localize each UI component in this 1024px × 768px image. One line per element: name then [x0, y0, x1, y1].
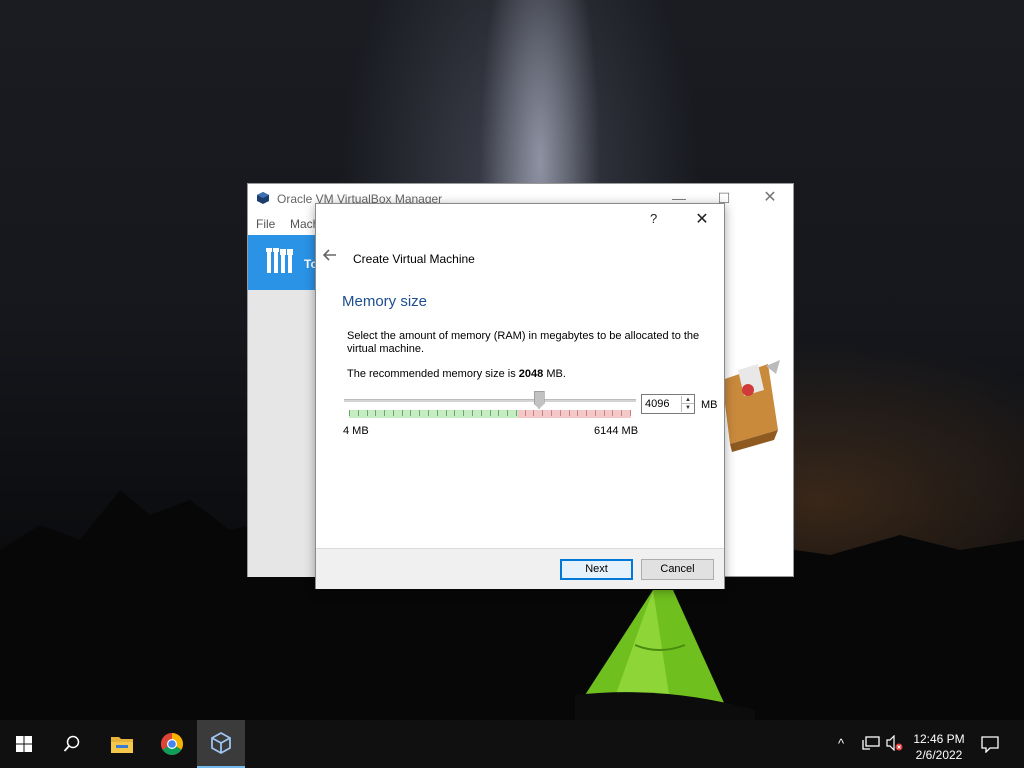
start-button[interactable]: [0, 720, 48, 768]
slider-tick: [516, 410, 517, 416]
dialog-footer: Next Cancel: [316, 548, 724, 589]
slider-tick: [358, 410, 359, 416]
unsafe-range-band: [518, 410, 631, 418]
slider-tick: [533, 410, 534, 416]
toolbox-illustration-icon: [722, 360, 780, 452]
slider-tick: [507, 410, 508, 416]
file-explorer-icon: [111, 737, 133, 753]
slider-tick: [454, 410, 455, 416]
memory-slider-track[interactable]: [344, 399, 636, 402]
help-button[interactable]: ?: [650, 211, 657, 226]
slider-tick: [472, 410, 473, 416]
slider-min-label: 4 MB: [343, 425, 369, 437]
show-hidden-icons-button[interactable]: ^: [838, 736, 844, 751]
chrome-button[interactable]: [148, 720, 196, 768]
slider-tick: [595, 410, 596, 416]
tools-item[interactable]: To: [248, 235, 318, 290]
volume-icon[interactable]: [886, 734, 904, 754]
recommended-memory-text: The recommended memory size is 2048 MB.: [347, 368, 566, 380]
next-button[interactable]: Next: [560, 559, 633, 580]
recommended-suffix: MB.: [543, 368, 566, 380]
slider-tick: [402, 410, 403, 416]
slider-tick: [586, 410, 587, 416]
slider-tick: [498, 410, 499, 416]
slider-tick: [419, 410, 420, 416]
file-explorer-button[interactable]: [98, 720, 146, 768]
cancel-button[interactable]: Cancel: [641, 559, 714, 580]
dialog-close-button[interactable]: ✕: [692, 209, 712, 229]
tent-image: [575, 590, 755, 720]
volume-muted-icon: [886, 734, 903, 752]
slider-tick: [367, 410, 368, 416]
slider-tick: [560, 410, 561, 416]
memory-size-input[interactable]: [645, 398, 679, 410]
vm-list-sidebar: [248, 290, 318, 577]
slider-tick: [393, 410, 394, 416]
slider-tick: [621, 410, 622, 416]
clock-date: 2/6/2022: [915, 748, 963, 762]
menu-file[interactable]: File: [256, 217, 275, 231]
slider-tick: [525, 410, 526, 416]
action-center-button[interactable]: [981, 735, 999, 756]
page-heading: Memory size: [342, 293, 428, 310]
memory-spinbox[interactable]: ▲ ▼: [641, 394, 695, 414]
slider-tick: [630, 410, 631, 416]
slider-max-label: 6144 MB: [594, 425, 639, 437]
tools-icon: [266, 248, 293, 273]
arrow-left-icon: [322, 249, 336, 261]
search-icon: [63, 735, 80, 752]
slider-tick: [490, 410, 491, 416]
slider-tick: [349, 410, 350, 416]
virtualbox-taskbar-button[interactable]: [197, 720, 245, 768]
slider-tick: [551, 410, 552, 416]
network-icon[interactable]: [862, 735, 880, 754]
windows-start-icon: [16, 736, 32, 752]
spin-down-icon[interactable]: ▼: [681, 404, 694, 412]
virtualbox-icon: [211, 731, 231, 755]
slider-tick: [375, 410, 376, 416]
slider-tick: [612, 410, 613, 416]
spin-up-icon[interactable]: ▲: [681, 396, 694, 404]
network-status-icon: [862, 736, 880, 750]
slider-tick: [410, 410, 411, 416]
notification-icon: [981, 736, 999, 754]
taskbar: ^ 12:46 PM 2/6/2022: [0, 720, 1024, 768]
virtualbox-logo-icon: [257, 192, 269, 204]
system-clock[interactable]: 12:46 PM 2/6/2022: [908, 731, 970, 763]
dialog-title: Create Virtual Machine: [353, 252, 475, 266]
slider-tick: [604, 410, 605, 416]
close-button[interactable]: ✕: [755, 188, 785, 208]
recommended-value: 2048: [518, 368, 544, 380]
slider-tick: [384, 410, 385, 416]
slider-tick: [542, 410, 543, 416]
slider-tick: [577, 410, 578, 416]
slider-tick: [428, 410, 429, 416]
memory-unit-label: MB: [701, 399, 718, 411]
memory-description: Select the amount of memory (RAM) in meg…: [347, 330, 700, 355]
recommended-prefix: The recommended memory size is: [347, 368, 519, 380]
create-vm-dialog: ? ✕ Create Virtual Machine Memory size S…: [315, 203, 725, 589]
search-button[interactable]: [48, 720, 96, 768]
chrome-icon: [161, 733, 183, 755]
memory-slider-thumb[interactable]: [533, 391, 545, 409]
slider-tick: [446, 410, 447, 416]
back-arrow-icon[interactable]: [322, 248, 337, 266]
slider-tick: [481, 410, 482, 416]
slider-tick: [463, 410, 464, 416]
slider-tick: [569, 410, 570, 416]
memory-slider-ticks: [349, 410, 631, 418]
slider-tick: [437, 410, 438, 416]
clock-time: 12:46 PM: [913, 732, 965, 746]
